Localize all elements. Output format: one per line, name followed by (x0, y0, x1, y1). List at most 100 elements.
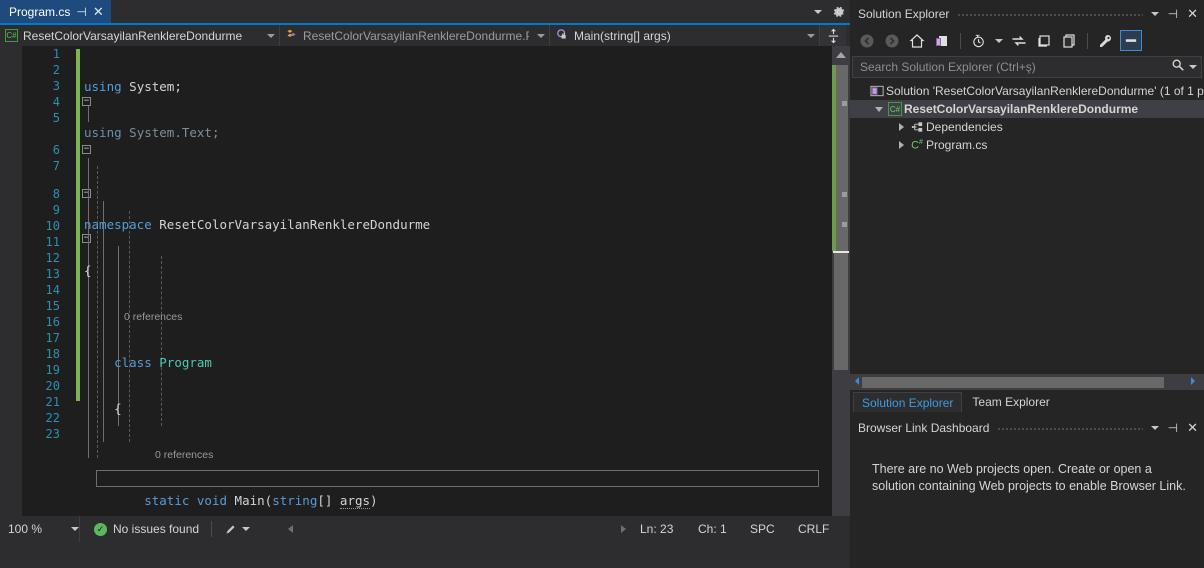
chevron-down-icon[interactable] (242, 527, 251, 531)
chevron-down-icon[interactable] (267, 33, 275, 38)
tab-solution-explorer[interactable]: Solution Explorer (853, 392, 963, 412)
line-number-4: 4 (52, 95, 60, 109)
search-solution-explorer-input[interactable]: Search Solution Explorer (Ctrl+ş) (852, 56, 1202, 78)
solution-tree[interactable]: Solution 'ResetColorVarsayilanRenklereDo… (850, 78, 1204, 374)
codelens-class[interactable]: 0 references (84, 309, 816, 325)
forward-icon[interactable] (881, 30, 903, 51)
editor-gutter (0, 46, 22, 542)
navbar-project-dropdown[interactable]: C# ResetColorVarsayilanRenklereDondurme (0, 25, 280, 46)
navbar-type-dropdown[interactable]: ResetColorVarsayilanRenklereDondurme.Pro… (280, 25, 550, 46)
close-icon[interactable]: ✕ (1187, 420, 1198, 436)
issues-status[interactable]: ✓ No issues found (80, 522, 199, 536)
pin-icon[interactable]: ⊣ (76, 6, 86, 18)
line-indicator: Ln: 23 (640, 522, 674, 536)
solution-icon (868, 84, 886, 98)
visual-studio-window: Program.cs ⊣ ✕ C# ResetColorVarsayilanRe… (0, 0, 1204, 568)
tree-label-solution: Solution 'ResetColorVarsayilanRenklereDo… (886, 84, 1204, 98)
line-number-column: 1 2 3 4 5 6 7 8 9 10 11 12 13 14 15 16 17 18 19 20 21 22 23 (22, 46, 60, 542)
tree-row-solution[interactable]: Solution 'ResetColorVarsayilanRenklereDo… (850, 82, 1204, 100)
solution-explorer-hscrollbar[interactable] (850, 374, 1204, 390)
arrow-right-icon[interactable] (1188, 373, 1198, 391)
chevron-down-icon[interactable] (807, 33, 815, 38)
back-icon[interactable] (856, 30, 878, 51)
scroll-up-button[interactable] (832, 46, 850, 63)
scroll-left-icon[interactable] (288, 525, 294, 533)
pending-changes-filter-icon[interactable] (968, 30, 990, 51)
magnifier-icon[interactable] (1171, 58, 1185, 77)
scrollbar-caret-position (833, 251, 849, 253)
close-icon[interactable]: ✕ (1187, 6, 1198, 22)
tree-row-program-cs[interactable]: C# Program.cs (850, 136, 1204, 154)
csharp-project-icon: C# (886, 102, 904, 116)
home-icon[interactable] (906, 30, 928, 51)
line-number-11: 11 (45, 235, 60, 249)
spaces-indicator[interactable]: SPC (750, 522, 798, 536)
tree-row-dependencies[interactable]: Dependencies (850, 118, 1204, 136)
line-number-1: 1 (52, 47, 60, 61)
line-number-10: 10 (45, 219, 60, 233)
toolbar-divider-2 (1087, 32, 1088, 49)
editor-pane: Program.cs ⊣ ✕ C# ResetColorVarsayilanRe… (0, 0, 850, 542)
status-divider (211, 521, 213, 537)
titlebar-drag-handle[interactable] (997, 414, 1143, 441)
chevron-down-icon[interactable] (537, 33, 545, 38)
titlebar-drag-handle[interactable] (957, 0, 1143, 27)
scroll-thumb[interactable] (834, 65, 848, 370)
preview-selected-items-icon[interactable] (1120, 30, 1142, 51)
current-line-highlight (96, 470, 819, 487)
scrollbar-marker-2 (842, 192, 847, 197)
right-dock: Solution Explorer ⊣ ✕ Search Solution Ex… (850, 0, 1204, 568)
navbar-member-label: Main(string[] args) (574, 28, 671, 43)
method-icon (555, 28, 569, 44)
filter-dropdown-caret[interactable] (993, 30, 1005, 51)
search-placeholder: Search Solution Explorer (Ctrl+ş) (860, 60, 1036, 74)
check-circle-icon: ✓ (94, 522, 107, 536)
zoom-control[interactable]: 100 % (0, 516, 80, 542)
code-line-2: using System.Text; (84, 125, 220, 140)
code-line-5: { (84, 263, 92, 278)
tab-team-explorer[interactable]: Team Explorer (964, 392, 1057, 412)
sync-with-active-document-icon[interactable] (931, 30, 953, 51)
hscroll-thumb[interactable] (862, 376, 1164, 388)
line-number-8: 8 (52, 187, 60, 201)
chevron-down-icon[interactable] (71, 527, 79, 531)
chevron-down-icon[interactable] (814, 9, 822, 14)
editor-vertical-scrollbar[interactable] (832, 46, 850, 542)
caret-status-group: Ln: 23 Ch: 1 SPC CRLF (621, 522, 850, 536)
split-window-icon[interactable] (820, 25, 846, 46)
navbar-project-label: ResetColorVarsayilanRenklereDondurme (23, 28, 243, 43)
navbar-member-dropdown[interactable]: Main(string[] args) (550, 25, 820, 46)
close-icon[interactable]: ✕ (93, 5, 104, 18)
chevron-down-icon[interactable] (1189, 65, 1197, 69)
tab-program-cs[interactable]: Program.cs ⊣ ✕ (0, 0, 111, 23)
twisty-collapsed[interactable] (894, 123, 908, 131)
pin-icon[interactable]: ⊣ (1168, 421, 1178, 435)
properties-icon[interactable] (1095, 30, 1117, 51)
refresh-icon[interactable] (1008, 30, 1030, 51)
code-text[interactable]: using System; using System.Text; namespa… (84, 49, 816, 542)
twisty-expanded[interactable] (872, 106, 886, 112)
arrow-left-icon[interactable] (852, 373, 862, 391)
codelens-method[interactable]: 0 references (84, 447, 816, 463)
scroll-right-icon[interactable] (621, 525, 626, 533)
line-number-23: 23 (45, 427, 60, 441)
show-all-files-icon[interactable] (1058, 30, 1080, 51)
chevron-down-icon[interactable] (1150, 11, 1159, 16)
code-line-6: class Program (114, 355, 212, 370)
navbar-type-label: ResetColorVarsayilanRenklereDondurme.Pro… (303, 28, 529, 43)
chevron-down-icon[interactable] (1150, 425, 1159, 430)
pin-icon[interactable]: ⊣ (1168, 7, 1178, 21)
code-line-7: { (84, 401, 122, 416)
navigation-bar: C# ResetColorVarsayilanRenklereDondurme … (0, 23, 850, 46)
line-number-13: 13 (45, 267, 60, 281)
line-number-20: 20 (45, 379, 60, 393)
editor-tabstrip: Program.cs ⊣ ✕ (0, 0, 850, 23)
eol-indicator[interactable]: CRLF (798, 522, 850, 536)
code-line-1: using System; (84, 79, 182, 94)
twisty-collapsed[interactable] (894, 141, 908, 149)
code-editor[interactable]: 1 2 3 4 5 6 7 8 9 10 11 12 13 14 15 16 17 18 19 20 21 22 23 − … (0, 46, 850, 542)
collapse-all-icon[interactable] (1033, 30, 1055, 51)
tree-row-project[interactable]: C# ResetColorVarsayilanRenklereDondurme (850, 100, 1204, 118)
ink-tool[interactable] (224, 523, 251, 536)
gear-icon[interactable] (832, 5, 846, 19)
